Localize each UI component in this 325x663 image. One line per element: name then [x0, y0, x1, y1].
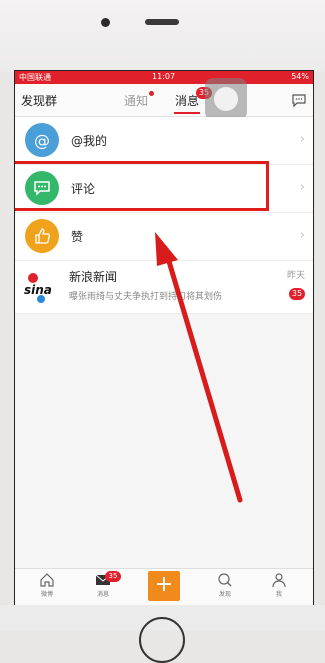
news-time: 昨天 — [286, 271, 305, 281]
list-item-label: 赞 — [71, 230, 84, 244]
list-item-label: @我的 — [71, 134, 108, 148]
chevron-right-icon: › — [299, 180, 305, 195]
message-list: @ @我的 › 评论 › 赞 › sina 新浪新闻 曝张雨绮与丈夫争执打到持刀… — [15, 117, 313, 314]
status-bar: 中国联通 11:07 54% — [15, 71, 313, 84]
annotation-highlight-box — [15, 161, 269, 211]
chat-bubble-icon[interactable] — [291, 92, 307, 108]
tab-discover[interactable]: 发现 — [205, 572, 245, 598]
discover-icon — [218, 573, 232, 587]
tab-label: 消息 — [96, 591, 109, 598]
home-button[interactable] — [139, 617, 185, 663]
front-camera — [101, 18, 110, 27]
notice-unread-dot — [149, 91, 154, 96]
thumbs-up-icon — [25, 219, 59, 253]
news-title: 新浪新闻 — [69, 270, 118, 284]
discover-group-link[interactable]: 发现群 — [21, 92, 57, 109]
list-item-sina-news[interactable]: sina 新浪新闻 曝张雨绮与丈夫争执打到持刀将其划伤 昨天 35 — [15, 261, 313, 314]
at-icon: @ — [25, 123, 59, 157]
top-nav: 发现群 通知 消息 35 — [15, 78, 313, 120]
home-icon — [40, 573, 54, 587]
tab-notice[interactable]: 通知 — [124, 92, 148, 109]
messages-badge: 35 — [105, 571, 121, 582]
carrier-label: 中国联通 — [19, 73, 51, 82]
chevron-right-icon: › — [299, 228, 305, 243]
active-tab-indicator — [174, 112, 200, 114]
tab-messages[interactable]: 消息 35 — [83, 571, 123, 598]
tab-home[interactable]: 微博 — [27, 572, 67, 598]
news-preview: 曝张雨绮与丈夫争执打到持刀将其划伤 — [69, 292, 223, 302]
profile-icon — [272, 573, 286, 588]
list-item-likes[interactable]: 赞 › — [15, 213, 313, 261]
tab-label: 我 — [275, 591, 282, 598]
sina-news-logo: sina — [24, 273, 52, 303]
earpiece-speaker — [145, 19, 179, 25]
tab-profile[interactable]: 我 — [259, 572, 299, 598]
phone-screen: 中国联通 11:07 54% 发现群 通知 消息 35 @ @我的 › 评论 › — [14, 70, 314, 606]
battery-level: 54% — [291, 72, 309, 81]
clock: 11:07 — [152, 72, 176, 81]
list-item-mentions[interactable]: @ @我的 › — [15, 117, 313, 165]
compose-button[interactable]: + — [148, 571, 180, 601]
assistive-touch-button[interactable] — [205, 78, 247, 120]
tab-label: 发现 — [218, 591, 231, 598]
bottom-tab-bar: 微博 消息 35 + 发现 我 — [15, 568, 313, 605]
phone-bezel-bottom — [0, 605, 325, 663]
unread-badge: 35 — [289, 288, 305, 300]
phone-bezel-top — [0, 0, 325, 72]
chevron-right-icon: › — [299, 132, 305, 147]
tab-label: 微博 — [40, 591, 53, 598]
svg-text:sina: sina — [24, 283, 52, 297]
